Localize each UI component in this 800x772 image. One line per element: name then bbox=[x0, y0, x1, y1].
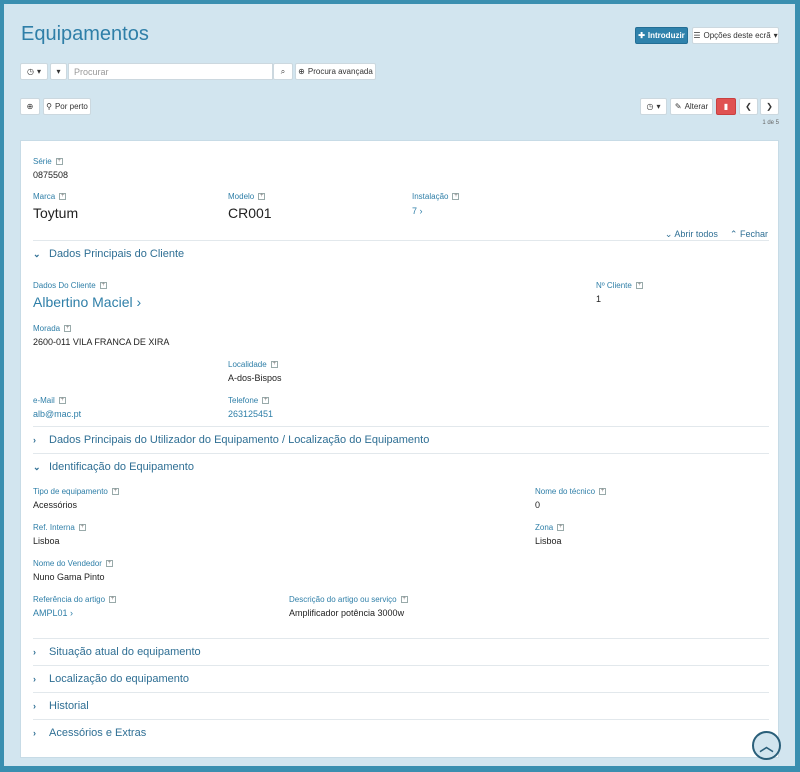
chevron-down-icon: ⌄ bbox=[33, 248, 41, 259]
pager-text: 1 de 5 bbox=[762, 120, 779, 126]
caret-down-icon: ▾ bbox=[36, 67, 41, 76]
opcoes-label: Opções deste ecrã bbox=[703, 31, 771, 40]
alterar-label: Alterar bbox=[684, 102, 709, 111]
email-link[interactable]: alb@mac.pt bbox=[33, 409, 81, 419]
fechar-link[interactable]: ⌃ Fechar bbox=[730, 229, 768, 240]
caret-down-icon: ▾ bbox=[56, 67, 61, 76]
clock-icon: ◷ bbox=[27, 67, 34, 76]
serie-label: Série + bbox=[33, 157, 63, 166]
telefone-link[interactable]: 263125451 bbox=[228, 409, 273, 419]
section-actions: ⌄ Abrir todos ⌃ Fechar bbox=[665, 229, 768, 240]
marca-value: Toytum bbox=[33, 205, 79, 221]
morada-value: 2600-011 VILA FRANCA DE XIRA bbox=[33, 337, 170, 347]
chevron-down-icon: ⌄ bbox=[33, 461, 41, 472]
section-identificacao[interactable]: ⌄ Identificação do Equipamento bbox=[33, 453, 769, 480]
tecnico-label: Nome do técnico + bbox=[535, 487, 607, 496]
trash-icon: ▮ bbox=[723, 102, 729, 111]
tipo-value: Acessórios bbox=[33, 500, 78, 510]
chevron-right-icon: › bbox=[33, 435, 36, 445]
section-acessorios[interactable]: › Acessórios e Extras bbox=[33, 719, 769, 746]
next-button[interactable]: ❯ bbox=[760, 98, 779, 115]
search-input[interactable]: Procurar bbox=[68, 63, 273, 80]
modelo-label: Modelo + bbox=[228, 192, 266, 201]
procura-avancada-label: Procura avançada bbox=[307, 67, 373, 76]
ref-artigo-link[interactable]: AMPL01 › bbox=[33, 608, 73, 618]
por-perto-button[interactable]: ⚲ Por perto bbox=[43, 98, 91, 115]
abrir-todos-link[interactable]: ⌄ Abrir todos bbox=[665, 229, 718, 240]
search-button[interactable]: ⌕ bbox=[273, 63, 293, 80]
localidade-label: Localidade + bbox=[228, 360, 278, 369]
modelo-value: CR001 bbox=[228, 205, 272, 221]
chevron-right-icon: › bbox=[33, 647, 36, 657]
alterar-button[interactable]: ✎ Alterar bbox=[670, 98, 713, 115]
delete-button[interactable]: ▮ bbox=[716, 98, 736, 115]
email-label: e-Mail + bbox=[33, 396, 66, 405]
procura-avancada-button[interactable]: ⊕ Procura avançada bbox=[295, 63, 376, 80]
list-icon: ☰ bbox=[693, 31, 701, 40]
por-perto-label: Por perto bbox=[54, 102, 88, 111]
ref-interna-label: Ref. Interna + bbox=[33, 523, 86, 532]
dados-cliente-label: Dados Do Cliente + bbox=[33, 281, 107, 290]
search-dropdown-button[interactable]: ▾ bbox=[50, 63, 67, 80]
chevron-right-icon: › bbox=[33, 728, 36, 738]
chevron-left-icon: ❮ bbox=[745, 102, 752, 111]
double-chevron-up-icon: ⌃ bbox=[729, 229, 738, 239]
descricao-value: Amplificador potência 3000w bbox=[289, 608, 405, 618]
zona-value: Lisboa bbox=[535, 536, 562, 546]
clock-icon: ◷ bbox=[646, 102, 654, 111]
caret-down-icon: ▾ bbox=[773, 31, 778, 40]
chevron-right-icon: › bbox=[33, 701, 36, 711]
opcoes-button[interactable]: ☰ Opções deste ecrã ▾ bbox=[692, 27, 779, 44]
caret-down-icon: ▾ bbox=[656, 102, 661, 111]
chevron-up-icon: ︿ bbox=[759, 737, 774, 754]
scroll-to-top-button[interactable]: ︿ bbox=[752, 731, 781, 760]
zoom-button[interactable]: ⊕ bbox=[20, 98, 40, 115]
section-situacao[interactable]: › Situação atual do equipamento bbox=[33, 638, 769, 665]
plus-icon: ✚ bbox=[638, 31, 645, 40]
zona-label: Zona + bbox=[535, 523, 565, 532]
chevron-right-icon: › bbox=[419, 206, 423, 216]
telefone-label: Telefone + bbox=[228, 396, 270, 405]
vendedor-label: Nome do Vendedor + bbox=[33, 559, 113, 568]
dados-cliente-link[interactable]: Albertino Maciel › bbox=[33, 294, 141, 310]
edit-icon: ✎ bbox=[674, 102, 682, 111]
section-dados-cliente[interactable]: ⌄ Dados Principais do Cliente bbox=[33, 240, 769, 267]
ref-interna-value: Lisboa bbox=[33, 536, 60, 546]
morada-label: Morada + bbox=[33, 324, 72, 333]
chevron-right-icon: › bbox=[33, 674, 36, 684]
section-dados-utilizador[interactable]: › Dados Principais do Utilizador do Equip… bbox=[33, 426, 769, 453]
marca-label: Marca + bbox=[33, 192, 67, 201]
app-frame: Equipamentos ✚ Introduzir ☰ Opções deste e… bbox=[4, 4, 795, 766]
record-actions-button[interactable]: ◷ ▾ bbox=[640, 98, 667, 115]
vendedor-value: Nuno Gama Pinto bbox=[33, 572, 105, 582]
map-marker-icon: ⚲ bbox=[46, 102, 52, 111]
zoom-icon: ⊕ bbox=[26, 102, 34, 111]
serie-value: 0875508 bbox=[33, 170, 69, 180]
introduzir-label: Introduzir bbox=[647, 31, 685, 40]
previous-button[interactable]: ❮ bbox=[739, 98, 758, 115]
section-localizacao[interactable]: › Localização do equipamento bbox=[33, 665, 769, 692]
descricao-label: Descrição do artigo ou serviço + bbox=[289, 595, 408, 604]
chevron-right-icon: › bbox=[136, 294, 142, 310]
tecnico-value: 0 bbox=[535, 500, 541, 510]
chevron-right-icon: ❯ bbox=[766, 102, 773, 111]
ncliente-label: Nº Cliente + bbox=[596, 281, 643, 290]
zoom-icon: ⊕ bbox=[298, 67, 305, 76]
chevron-right-icon: › bbox=[70, 608, 74, 618]
record-card: Série + 0875508 Marca + Toytum Modelo + CR0… bbox=[20, 140, 779, 758]
instalacao-link[interactable]: 7 › bbox=[412, 206, 423, 216]
introduzir-button[interactable]: ✚ Introduzir bbox=[635, 27, 688, 44]
tipo-label: Tipo de equipamento + bbox=[33, 487, 119, 496]
instalacao-label: Instalação + bbox=[412, 192, 460, 201]
section-historial[interactable]: › Historial bbox=[33, 692, 769, 719]
double-chevron-down-icon: ⌄ bbox=[664, 229, 673, 239]
ncliente-value: 1 bbox=[596, 294, 602, 304]
search-icon: ⌕ bbox=[280, 66, 286, 76]
localidade-value: A-dos-Bispos bbox=[228, 373, 282, 383]
filter-clock-button[interactable]: ◷ ▾ bbox=[20, 63, 48, 80]
ref-artigo-label: Referência do artigo + bbox=[33, 595, 117, 604]
page-title: Equipamentos bbox=[21, 23, 149, 45]
